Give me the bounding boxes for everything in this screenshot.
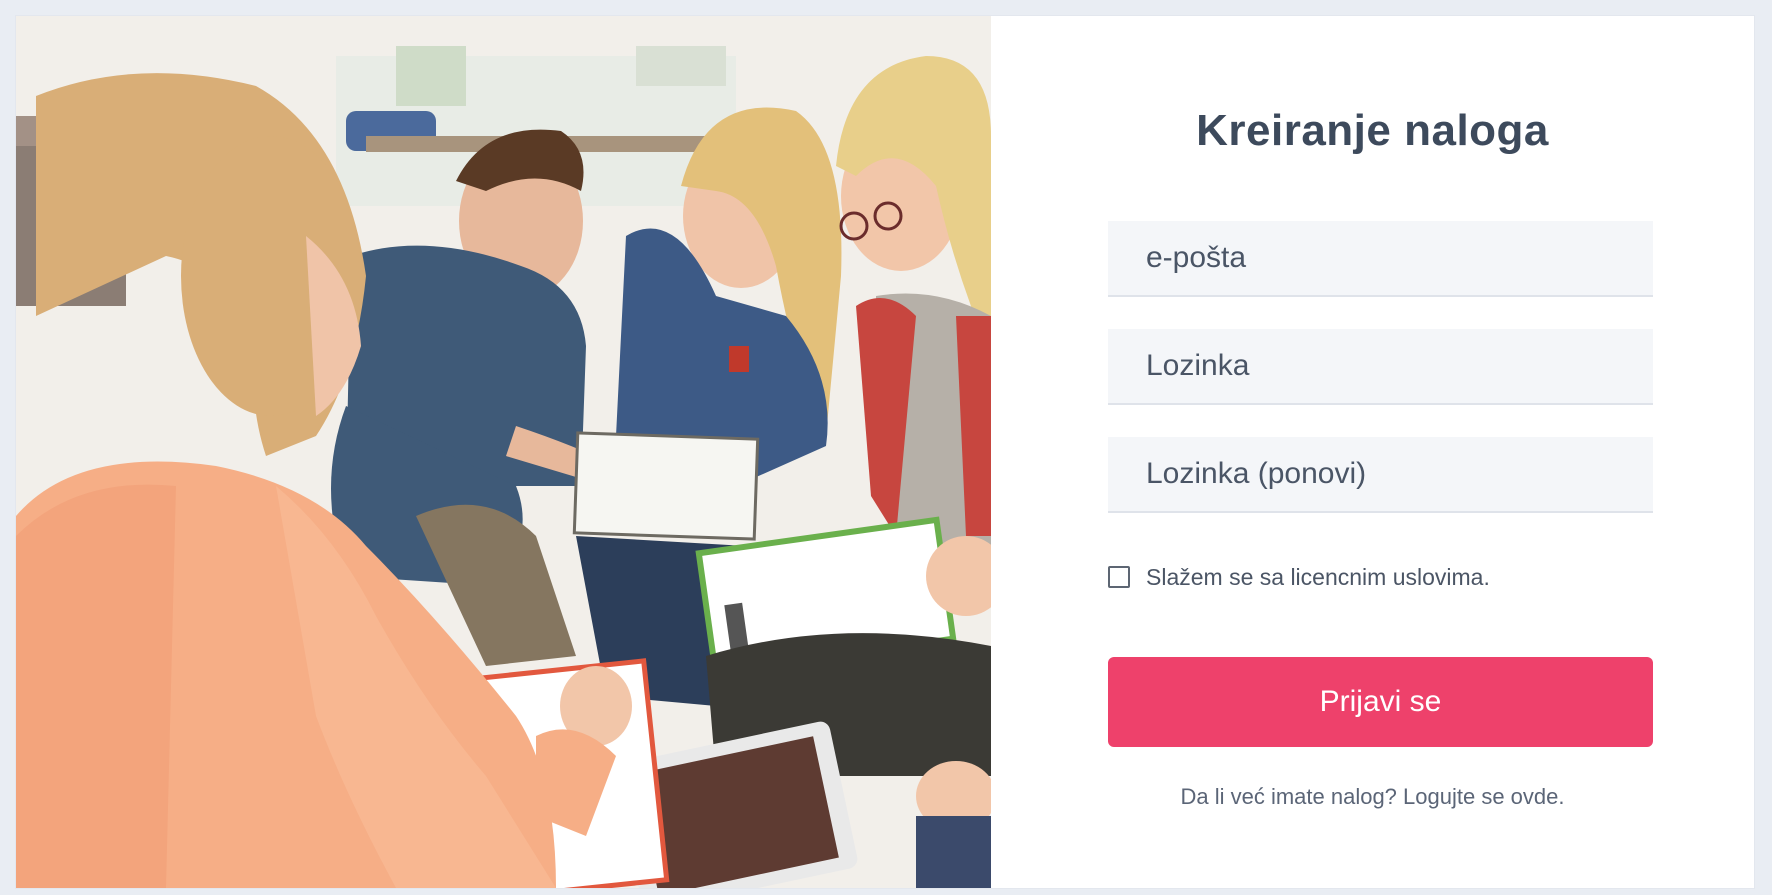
hero-photo (16, 16, 991, 888)
signup-card: Kreiranje naloga Slažem se sa licencnim … (16, 16, 1754, 888)
login-link[interactable]: Logujte se ovde. (1403, 784, 1564, 809)
password-repeat-field[interactable] (1108, 437, 1653, 513)
signup-form: Kreiranje naloga Slažem se sa licencnim … (991, 16, 1754, 888)
students-photo-illustration (16, 16, 991, 888)
page-background: Kreiranje naloga Slažem se sa licencnim … (0, 0, 1772, 895)
terms-agreement: Slažem se sa licencnim uslovima. (1108, 562, 1490, 592)
login-prompt-text: Da li već imate nalog? (1180, 784, 1397, 809)
terms-label[interactable]: Slažem se sa licencnim uslovima. (1146, 564, 1490, 591)
email-field[interactable] (1108, 221, 1653, 297)
submit-button[interactable]: Prijavi se (1108, 657, 1653, 747)
password-field[interactable] (1108, 329, 1653, 405)
terms-checkbox[interactable] (1108, 566, 1130, 588)
login-prompt-line: Da li već imate nalog? Logujte se ovde. (991, 784, 1754, 810)
page-title: Kreiranje naloga (1196, 106, 1549, 155)
